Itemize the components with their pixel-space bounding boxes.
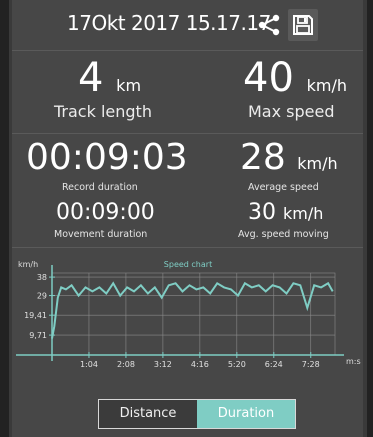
average-speed-number: 28 (240, 137, 286, 178)
avg-speed-moving-value: 30 km/h (248, 202, 323, 225)
x-tick-label: 2:08 (117, 360, 135, 369)
average-speed-value: 28 km/h (240, 140, 338, 182)
track-length-value: 4 km (78, 58, 141, 106)
stats-divider (12, 133, 363, 134)
max-speed-value: 40 km/h (243, 58, 347, 106)
header: 17Okt 2017 15.17.17 (12, 0, 363, 51)
movement-duration-label: Movement duration (54, 229, 148, 240)
right-edge (367, 0, 373, 437)
speed-series-line (51, 281, 334, 339)
x-tick-label: 6:24 (265, 360, 283, 369)
y-tick-label: 9,71 (29, 331, 47, 340)
track-summary-panel: 17Okt 2017 15.17.17 4 km Track length 40… (12, 0, 363, 437)
avg-speed-moving-label: Avg. speed moving (238, 229, 329, 240)
speed-chart: Speed chart km/h m:s 38 29 19,41 9,71 1:04 2:… (16, 260, 361, 369)
track-length-number: 4 (78, 55, 104, 101)
x-tick-label: 5:20 (228, 360, 246, 369)
left-edge (0, 0, 9, 437)
avg-speed-moving-unit: km/h (283, 204, 324, 223)
x-tick-label: 7:28 (302, 360, 320, 369)
save-icon (293, 15, 313, 35)
max-speed-unit: km/h (306, 76, 348, 95)
record-duration-label: Record duration (62, 182, 138, 193)
tab-duration[interactable]: Duration (197, 400, 295, 428)
save-button[interactable] (288, 9, 318, 41)
x-tick-label: 3:12 (154, 360, 172, 369)
max-speed-label: Max speed (248, 102, 335, 121)
x-tick-label: 1:04 (80, 360, 98, 369)
track-length-label: Track length (54, 102, 152, 121)
track-title: 17Okt 2017 15.17.17 (67, 11, 271, 35)
average-speed-unit: km/h (297, 154, 338, 173)
chart-mode-tabs: Distance Duration (98, 399, 296, 429)
record-duration-value: 00:09:03 (26, 137, 188, 178)
chart-x-axis-label: m:s (346, 357, 361, 366)
chart-divider (12, 247, 363, 248)
chart-title: Speed chart (164, 260, 212, 269)
y-tick-label: 19,41 (24, 311, 47, 320)
x-tick-label: 4:16 (191, 360, 209, 369)
chart-y-axis-label: km/h (18, 260, 38, 269)
average-speed-label: Average speed (248, 182, 319, 193)
movement-duration-value: 00:09:00 (56, 200, 155, 225)
y-tick-label: 38 (37, 273, 47, 282)
track-length-unit: km (116, 76, 142, 95)
share-icon[interactable] (256, 13, 282, 37)
avg-speed-moving-number: 30 (248, 200, 276, 225)
max-speed-number: 40 (243, 55, 294, 101)
tab-distance[interactable]: Distance (99, 400, 197, 428)
y-tick-label: 29 (37, 292, 47, 301)
